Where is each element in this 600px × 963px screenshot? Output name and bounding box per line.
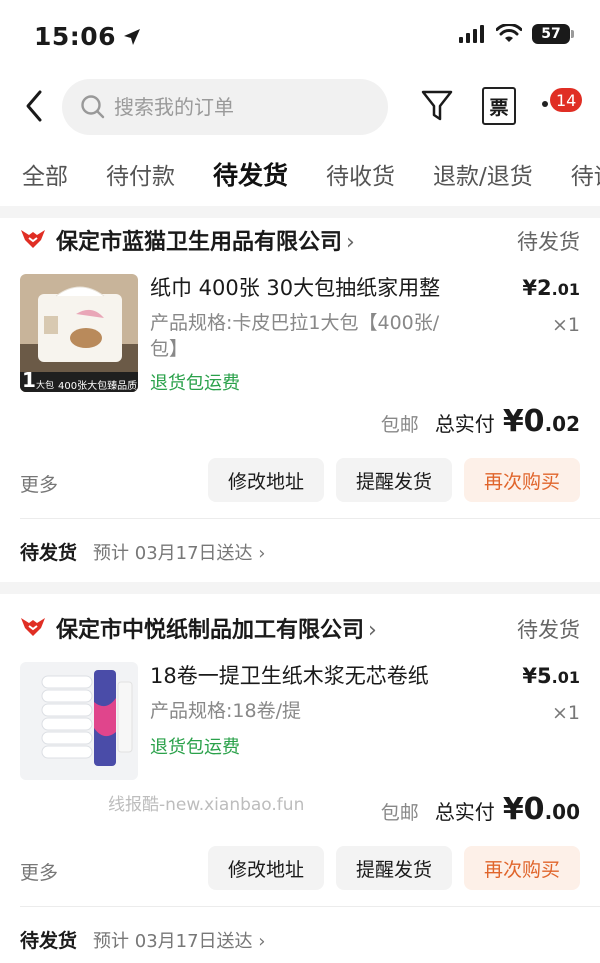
product-spec: 产品规格:18卷/提 [150, 700, 301, 722]
delivery-estimate: 预计 03月17日送达 › [93, 927, 265, 953]
quantity: ×1 [551, 702, 580, 724]
chevron-right-icon: › [346, 230, 355, 255]
shipment-status: 待发货 [20, 930, 78, 952]
total-decimal: .00 [544, 800, 580, 824]
battery-level: 57 [541, 26, 561, 42]
total-integer: ¥0 [502, 792, 545, 827]
section-divider [0, 582, 600, 594]
shop-header[interactable]: 保定市蓝猫卫生用品有限公司 › 待发货 [0, 212, 600, 268]
total-integer: ¥0 [502, 404, 545, 439]
signal-icon [459, 25, 484, 43]
row-divider [20, 906, 600, 907]
quantity: ×1 [551, 314, 580, 336]
shop-name-text: 保定市蓝猫卫生用品有限公司 [56, 230, 343, 255]
shop-name[interactable]: 保定市蓝猫卫生用品有限公司 › [56, 224, 355, 256]
product-thumbnail[interactable]: 1 大包 400张大包臻品质 [20, 274, 138, 392]
return-shipping-tag: 退货包运费 [150, 737, 240, 758]
unit-price: ¥2.01 [522, 276, 580, 300]
location-arrow-icon [124, 28, 141, 45]
order-card[interactable]: 保定市中悦纸制品加工有限公司 › 待发货 18卷一提卫生纸木浆无芯卷纸 产品规格:… [0, 600, 600, 963]
total-row: 包邮 总实付 ¥0.00 [381, 792, 580, 827]
delivery-estimate-text: 预计 03月17日送达 [93, 542, 253, 564]
messages-button[interactable]: 14 [540, 88, 590, 124]
clock: 15:06 [34, 22, 117, 51]
price-integer: ¥5 [522, 664, 552, 688]
return-shipping-tag: 退货包运费 [150, 373, 240, 394]
tab-pending-review[interactable]: 待评价 [571, 157, 600, 191]
total-amount: ¥0.00 [503, 792, 580, 827]
total-amount: ¥0.02 [503, 404, 580, 439]
remind-shipment-button[interactable]: 提醒发货 [336, 846, 452, 890]
shipment-info-row[interactable]: 待发货 预计 03月17日送达 › [20, 926, 265, 953]
shop-name-text: 保定市中悦纸制品加工有限公司 [56, 618, 365, 643]
modify-address-button[interactable]: 修改地址 [208, 458, 324, 502]
free-shipping-label: 包邮 [380, 414, 419, 436]
chevron-right-icon: › [368, 618, 377, 643]
tab-pending-payment[interactable]: 待付款 [106, 157, 175, 191]
status-bar: 15:06 57 [0, 0, 600, 76]
delivery-estimate-text: 预计 03月17日送达 [93, 930, 253, 952]
status-time: 15:06 [34, 22, 142, 51]
shop-header[interactable]: 保定市中悦纸制品加工有限公司 › 待发货 [0, 600, 600, 656]
price-decimal: .01 [551, 668, 580, 687]
total-label: 总实付 [434, 412, 495, 436]
row-divider [20, 518, 600, 519]
wifi-icon [496, 24, 522, 42]
buy-again-button[interactable]: 再次购买 [464, 846, 580, 890]
thumb-pack-count: 1 [22, 368, 36, 392]
invoice-button[interactable]: 票 [482, 87, 516, 125]
tissue-box-image [20, 274, 138, 392]
shipment-info-row[interactable]: 待发货 预计 03月17日送达 › [20, 538, 265, 565]
thumb-pack-unit: 大包 [36, 381, 55, 391]
order-card[interactable]: 保定市蓝猫卫生用品有限公司 › 待发货 1 大包 400张大包臻品质 纸巾 400… [0, 212, 600, 582]
more-link[interactable]: 更多 [20, 858, 58, 885]
product-title[interactable]: 18卷一提卫生纸木浆无芯卷纸 [150, 660, 510, 690]
tab-all[interactable]: 全部 [22, 157, 68, 191]
back-arrow-icon[interactable] [20, 88, 50, 124]
message-count-badge: 14 [550, 88, 583, 112]
total-decimal: .02 [544, 412, 580, 436]
product-spec: 产品规格:卡皮巴拉1大包【400张/包】 [150, 312, 440, 360]
tab-pending-receipt[interactable]: 待收货 [326, 157, 395, 191]
search-bar[interactable] [62, 79, 388, 135]
product-title[interactable]: 纸巾 400张 30大包抽纸家用整 [150, 272, 510, 302]
tab-pending-shipment[interactable]: 待发货 [213, 156, 288, 192]
price-integer: ¥2 [522, 276, 552, 300]
shop-name[interactable]: 保定市中悦纸制品加工有限公司 › [56, 612, 377, 644]
chevron-right-icon: › [258, 930, 266, 952]
tab-refund[interactable]: 退款/退货 [433, 157, 533, 191]
total-label: 总实付 [434, 800, 495, 824]
total-row: 包邮 总实付 ¥0.02 [381, 404, 580, 439]
toilet-roll-pack-image [20, 662, 138, 780]
order-status: 待发货 [517, 230, 580, 254]
filter-icon[interactable] [420, 88, 454, 124]
shipment-status: 待发货 [20, 542, 78, 564]
search-icon [81, 95, 105, 119]
remind-shipment-button[interactable]: 提醒发货 [336, 458, 452, 502]
product-thumbnail[interactable] [20, 662, 138, 780]
shop-logo-icon [21, 230, 45, 248]
order-tabs: 全部 待付款 待发货 待收货 退款/退货 待评价 [0, 150, 600, 198]
invoice-icon: 票 [489, 96, 509, 119]
header: 票 14 [0, 76, 600, 138]
free-shipping-label: 包邮 [380, 802, 419, 824]
watermark: 线报酷-new.xianbao.fun [108, 795, 305, 815]
unit-price: ¥5.01 [522, 664, 580, 688]
chevron-right-icon: › [258, 542, 266, 564]
battery-indicator: 57 [532, 24, 574, 44]
more-dot-icon [542, 101, 548, 107]
search-input[interactable] [114, 95, 354, 119]
shop-logo-icon [21, 618, 45, 636]
order-status: 待发货 [517, 618, 580, 642]
status-icons: 57 [458, 24, 574, 44]
thumb-caption: 400张大包臻品质 [58, 381, 138, 392]
price-decimal: .01 [551, 280, 580, 299]
delivery-estimate: 预计 03月17日送达 › [93, 539, 265, 565]
modify-address-button[interactable]: 修改地址 [208, 846, 324, 890]
buy-again-button[interactable]: 再次购买 [464, 458, 580, 502]
more-link[interactable]: 更多 [20, 470, 58, 497]
